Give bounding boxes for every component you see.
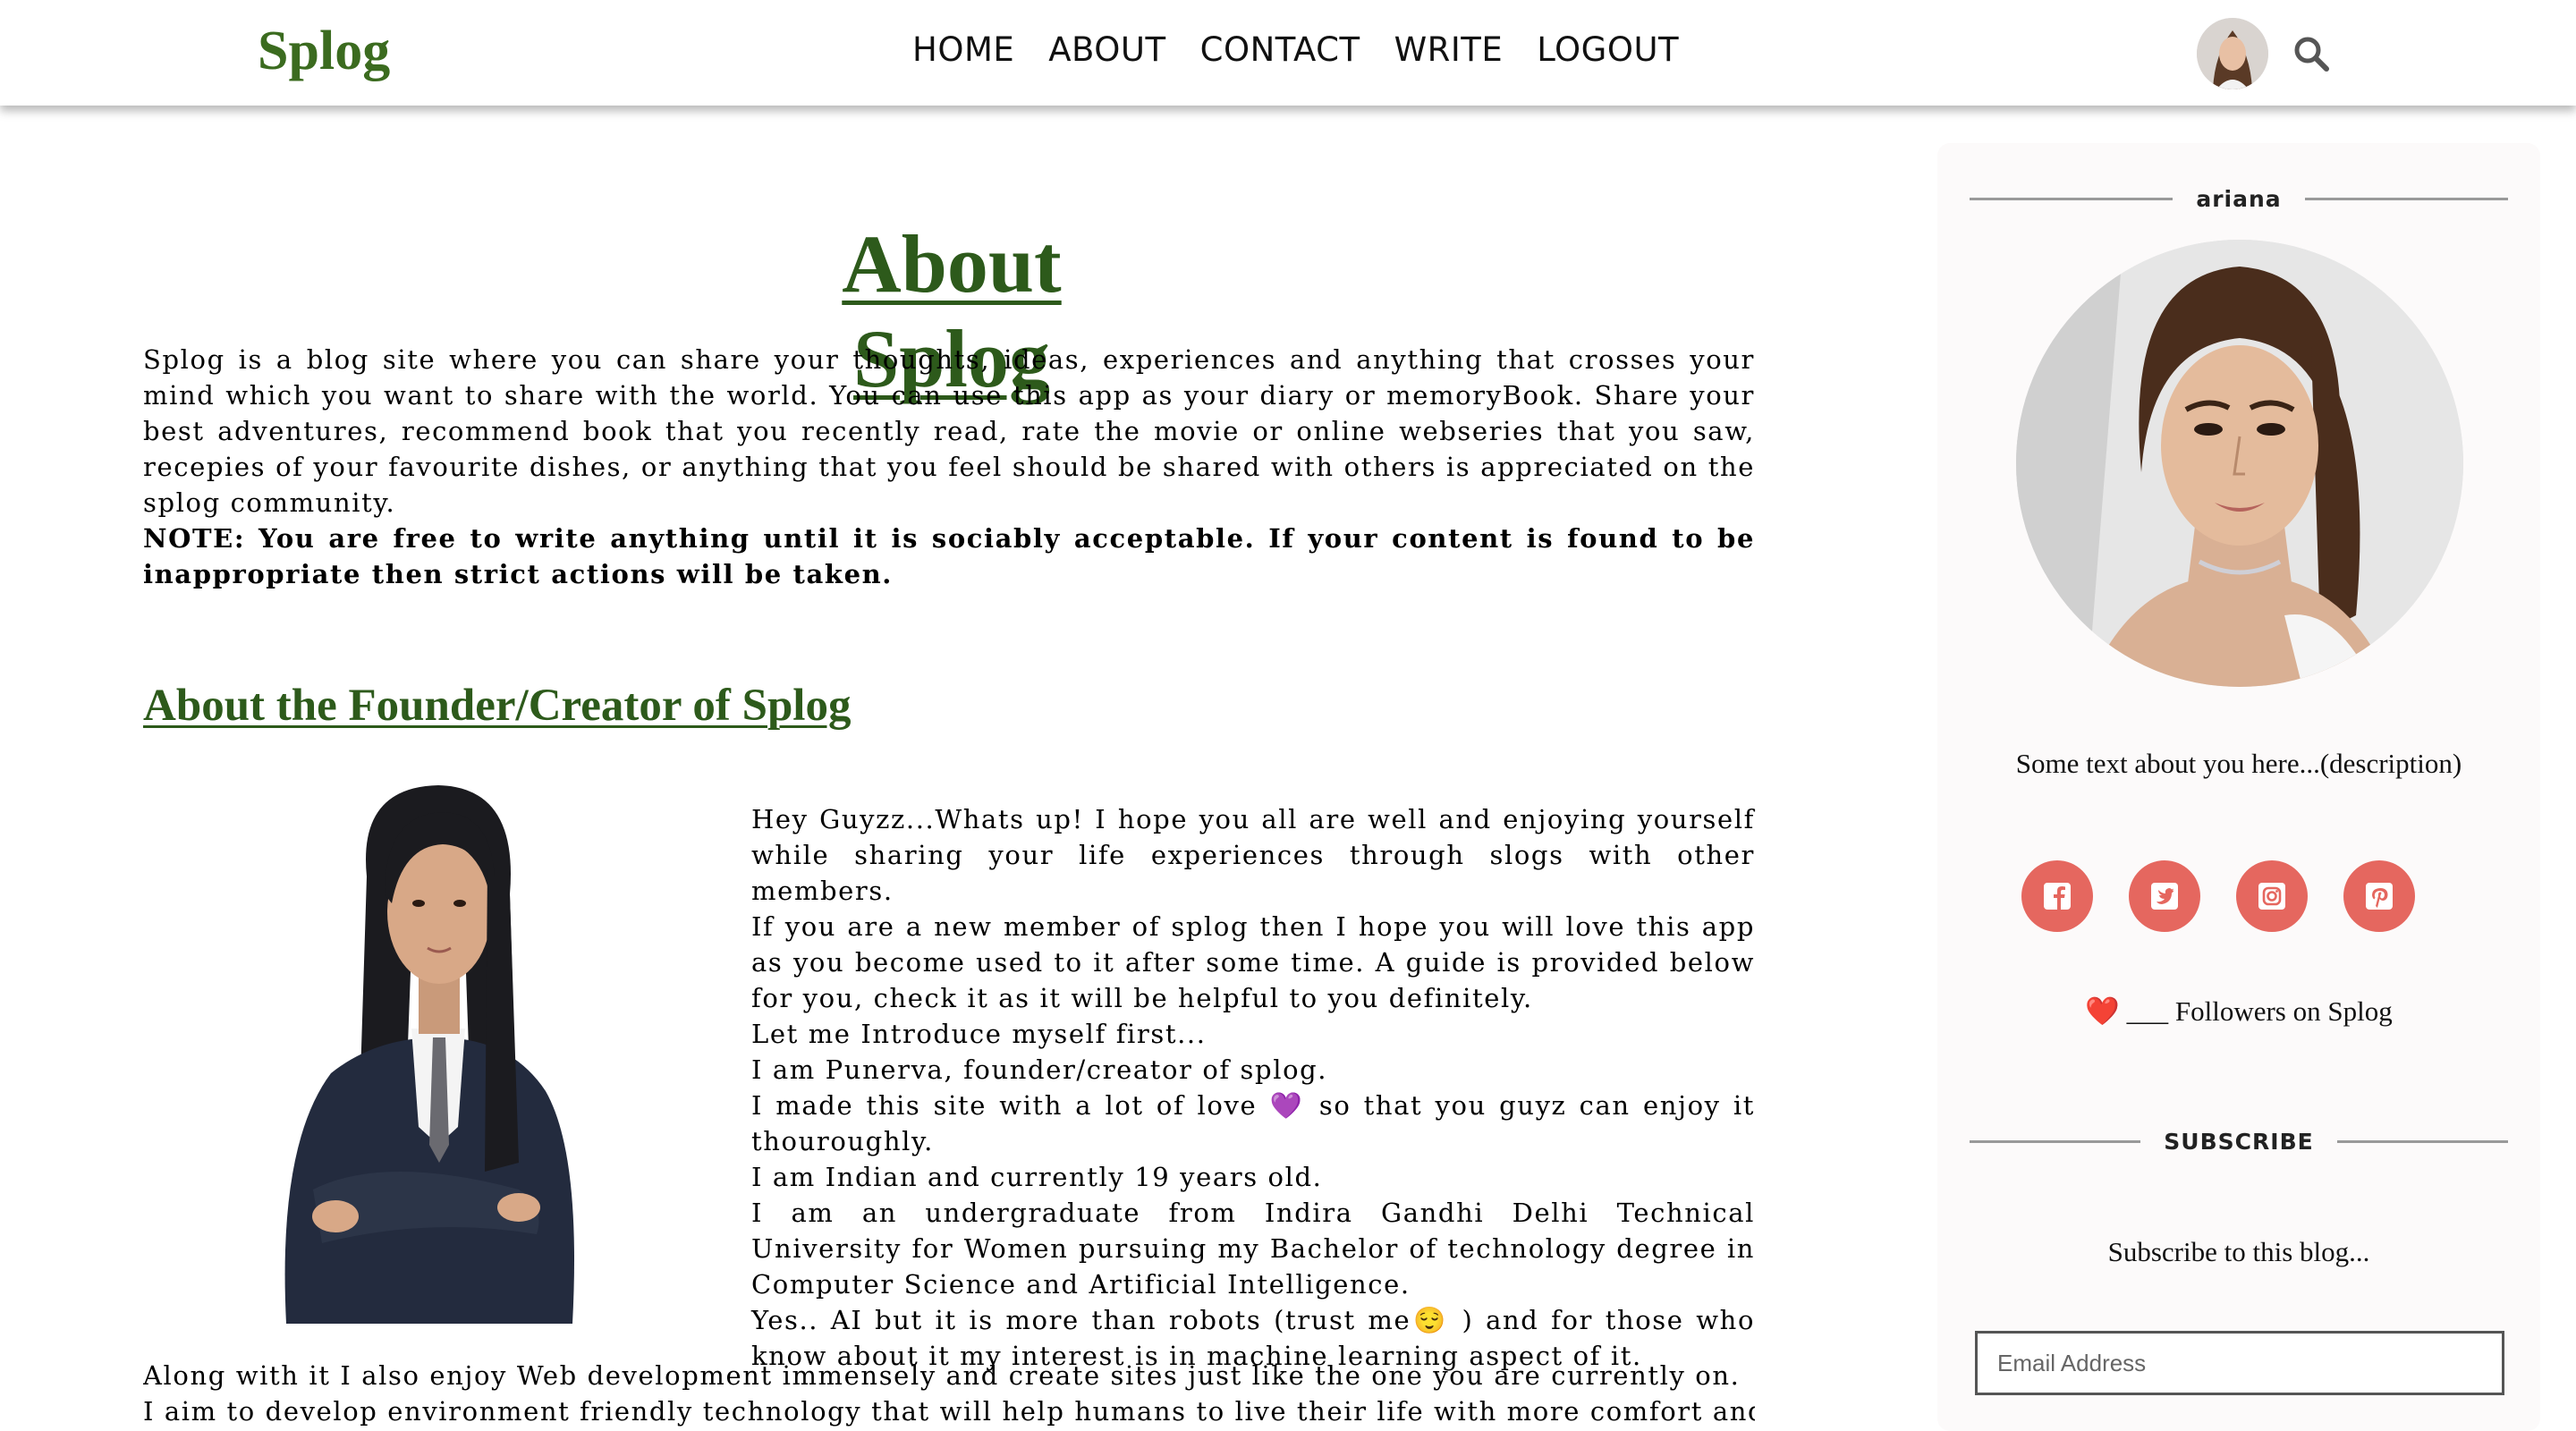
subscribe-text: Subscribe to this blog...	[2107, 1236, 2370, 1267]
bottom-paragraph: Along with it I also enjoy Web developme…	[143, 1358, 1755, 1429]
twitter-icon[interactable]	[2129, 860, 2200, 932]
sidebar: ariana Some text about you here...(descr…	[1937, 143, 2540, 1431]
heart-icon: ❤️	[2085, 995, 2120, 1027]
nav-contact[interactable]: CONTACT	[1200, 30, 1360, 69]
nav-links: HOME ABOUT CONTACT WRITE LOGOUT	[912, 30, 1679, 69]
founder-photo	[250, 769, 626, 1324]
nav-home[interactable]: HOME	[912, 30, 1014, 69]
instagram-icon[interactable]	[2236, 860, 2308, 932]
site-logo[interactable]: Splog	[258, 20, 390, 83]
nav-about[interactable]: ABOUT	[1048, 30, 1165, 69]
founder-bio: Hey Guyzz...Whats up! I hope you all are…	[751, 801, 1755, 1374]
founder-heading: About the Founder/Creator of Splog	[143, 681, 852, 731]
search-icon[interactable]	[2292, 34, 2331, 73]
followers-count: ❤️ ___ Followers on Splog	[1937, 995, 2540, 1028]
founder-line: Let me Introduce myself first...	[751, 1019, 1207, 1049]
email-input[interactable]	[1975, 1331, 2504, 1395]
social-links	[2021, 860, 2415, 932]
facebook-icon[interactable]	[2021, 860, 2093, 932]
founder-line: I am an undergraduate from Indira Gandhi…	[751, 1198, 1755, 1300]
bottom-line: I aim to develop environment friendly te…	[143, 1396, 1755, 1427]
note-paragraph: NOTE: You are free to write anything unt…	[143, 523, 1755, 589]
nav-write[interactable]: WRITE	[1394, 30, 1504, 69]
profile-description: Some text about you here...(description)	[2015, 748, 2462, 779]
sidebar-username-heading: ariana	[1970, 181, 2508, 216]
top-navbar: Splog HOME ABOUT CONTACT WRITE LOGOUT	[0, 0, 2576, 106]
founder-line: I am Indian and currently 19 years old.	[751, 1162, 1323, 1192]
founder-line: I am Punerva, founder/creator of splog.	[751, 1054, 1328, 1085]
sidebar-username: ariana	[2196, 185, 2282, 212]
founder-line: If you are a new member of splog then I …	[751, 911, 1755, 1013]
profile-image	[2016, 240, 2463, 687]
pinterest-icon[interactable]	[2343, 860, 2415, 932]
followers-text: ___ Followers on Splog	[2126, 995, 2393, 1027]
subscribe-title: SUBSCRIBE	[2164, 1128, 2314, 1155]
nav-logout[interactable]: LOGOUT	[1537, 30, 1679, 69]
founder-line: Hey Guyzz...Whats up! I hope you all are…	[751, 804, 1755, 906]
intro-paragraph: Splog is a blog site where you can share…	[143, 344, 1755, 518]
subscribe-heading: SUBSCRIBE	[1970, 1123, 2508, 1159]
bottom-line: Along with it I also enjoy Web developme…	[143, 1360, 1741, 1391]
user-avatar[interactable]	[2197, 18, 2268, 89]
founder-line: I made this site with a lot of love 💜 so…	[751, 1090, 1755, 1156]
